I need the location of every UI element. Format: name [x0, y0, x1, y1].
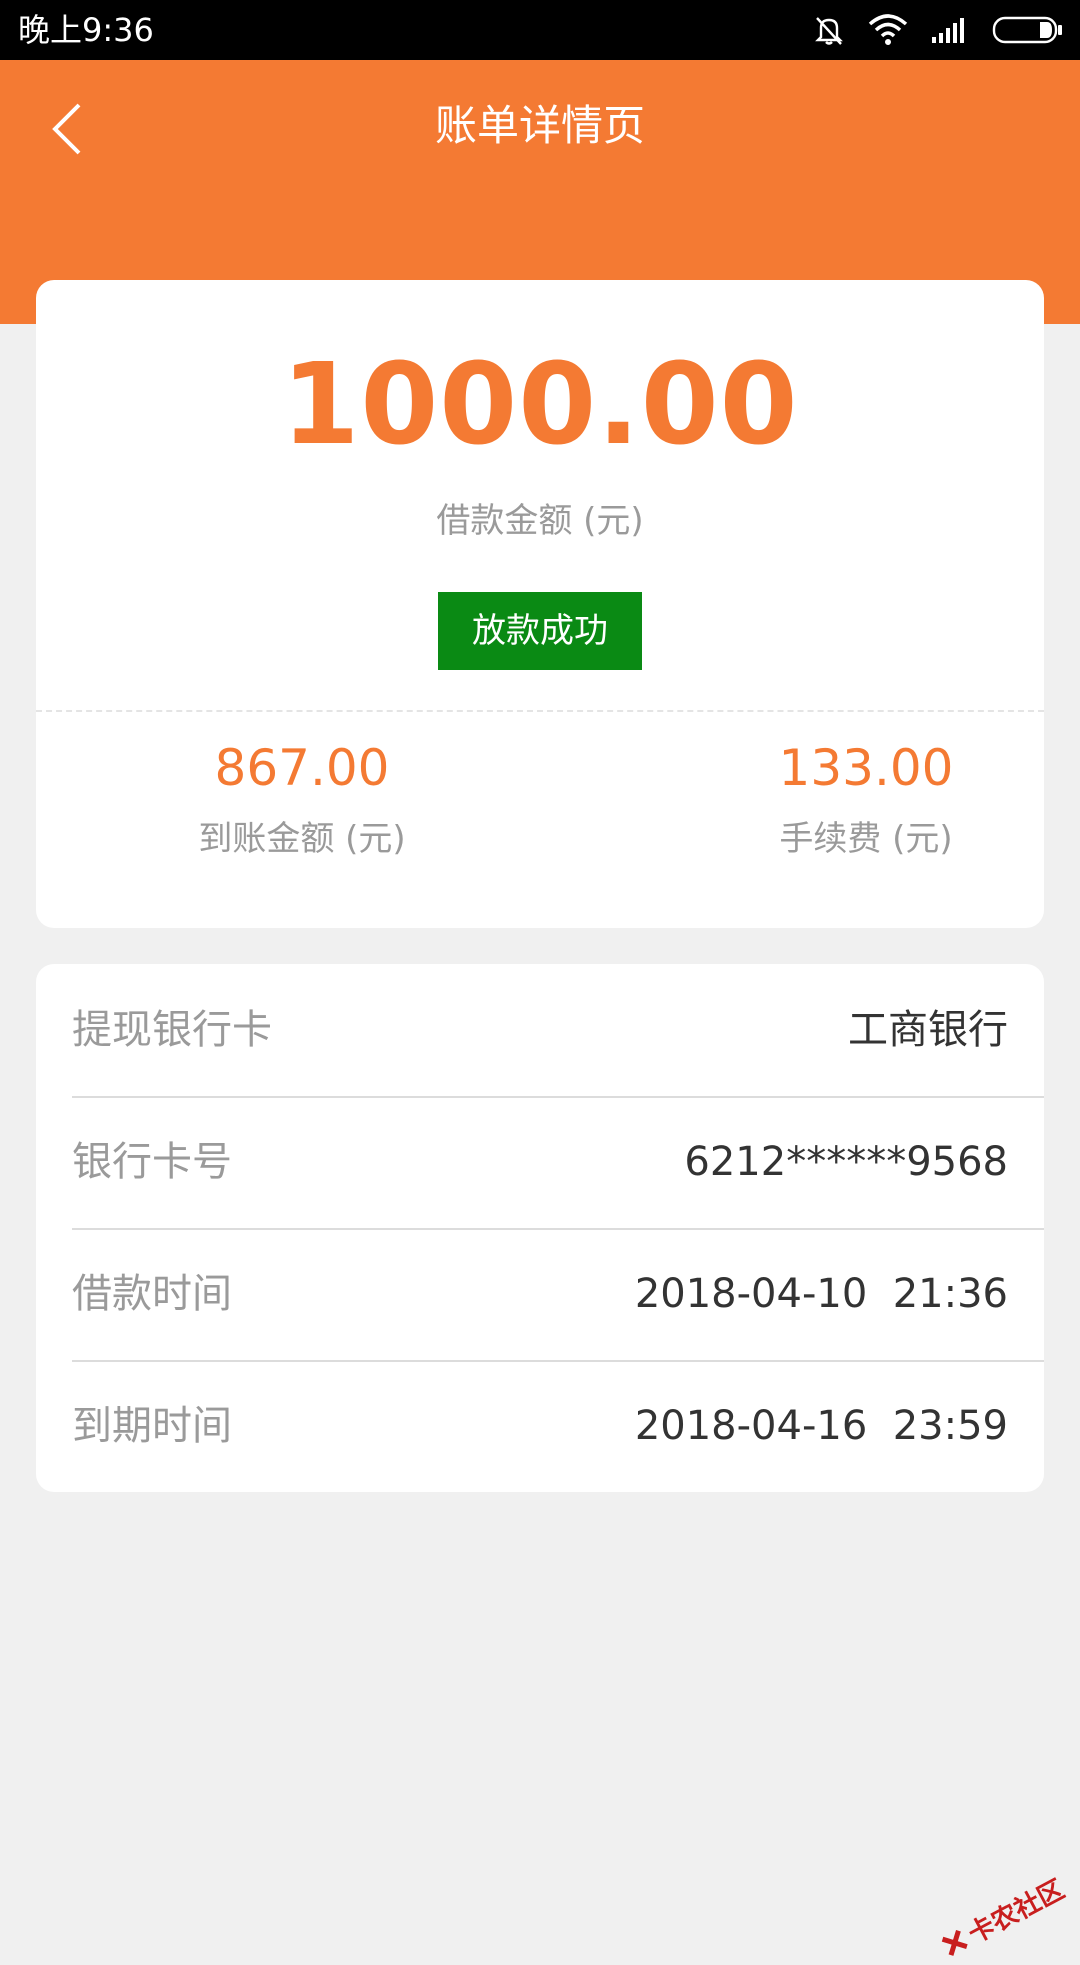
received-amount-block: 867.00 到账金额 (元)	[102, 734, 502, 862]
watermark: 卡农社区	[934, 1869, 1070, 1965]
fee-label: 手续费 (元)	[666, 816, 1066, 862]
status-bar: 晚上9:36	[0, 0, 1080, 60]
loan-amount-label: 借款金额 (元)	[36, 498, 1044, 544]
detail-label: 到期时间	[72, 1360, 232, 1492]
wifi-icon	[868, 14, 908, 46]
detail-value: 工商银行	[848, 964, 1008, 1096]
signal-icon	[930, 15, 970, 45]
battery-icon	[992, 15, 1064, 45]
detail-row-due-time: 到期时间 2018-04-16 23:59	[72, 1360, 1044, 1492]
detail-row-card-number: 银行卡号 6212******9568	[72, 1096, 1044, 1230]
watermark-text: 卡农社区	[961, 1869, 1070, 1951]
detail-value: 2018-04-16 23:59	[635, 1360, 1008, 1492]
bell-muted-icon	[812, 13, 846, 47]
detail-label: 提现银行卡	[72, 964, 272, 1096]
loan-amount: 1000.00	[36, 340, 1044, 470]
received-amount-label: 到账金额 (元)	[102, 816, 502, 862]
summary-card: 1000.00 借款金额 (元) 放款成功 867.00 到账金额 (元) 13…	[36, 280, 1044, 928]
fee-block: 133.00 手续费 (元)	[666, 734, 1066, 862]
detail-value: 6212******9568	[684, 1096, 1008, 1228]
status-time: 晚上9:36	[18, 8, 154, 52]
detail-label: 银行卡号	[72, 1096, 232, 1228]
fee-amount: 133.00	[666, 734, 1066, 802]
detail-label: 借款时间	[72, 1228, 232, 1360]
details-card: 提现银行卡 工商银行 银行卡号 6212******9568 借款时间 2018…	[36, 964, 1044, 1492]
detail-row-loan-time: 借款时间 2018-04-10 21:36	[72, 1228, 1044, 1362]
detail-row-bank: 提现银行卡 工商银行	[72, 964, 1044, 1098]
page-title: 账单详情页	[0, 96, 1080, 156]
status-icons	[812, 12, 1064, 48]
dashed-divider	[36, 710, 1044, 712]
status-badge: 放款成功	[438, 592, 642, 670]
received-amount: 867.00	[102, 734, 502, 802]
detail-value: 2018-04-10 21:36	[635, 1228, 1008, 1360]
